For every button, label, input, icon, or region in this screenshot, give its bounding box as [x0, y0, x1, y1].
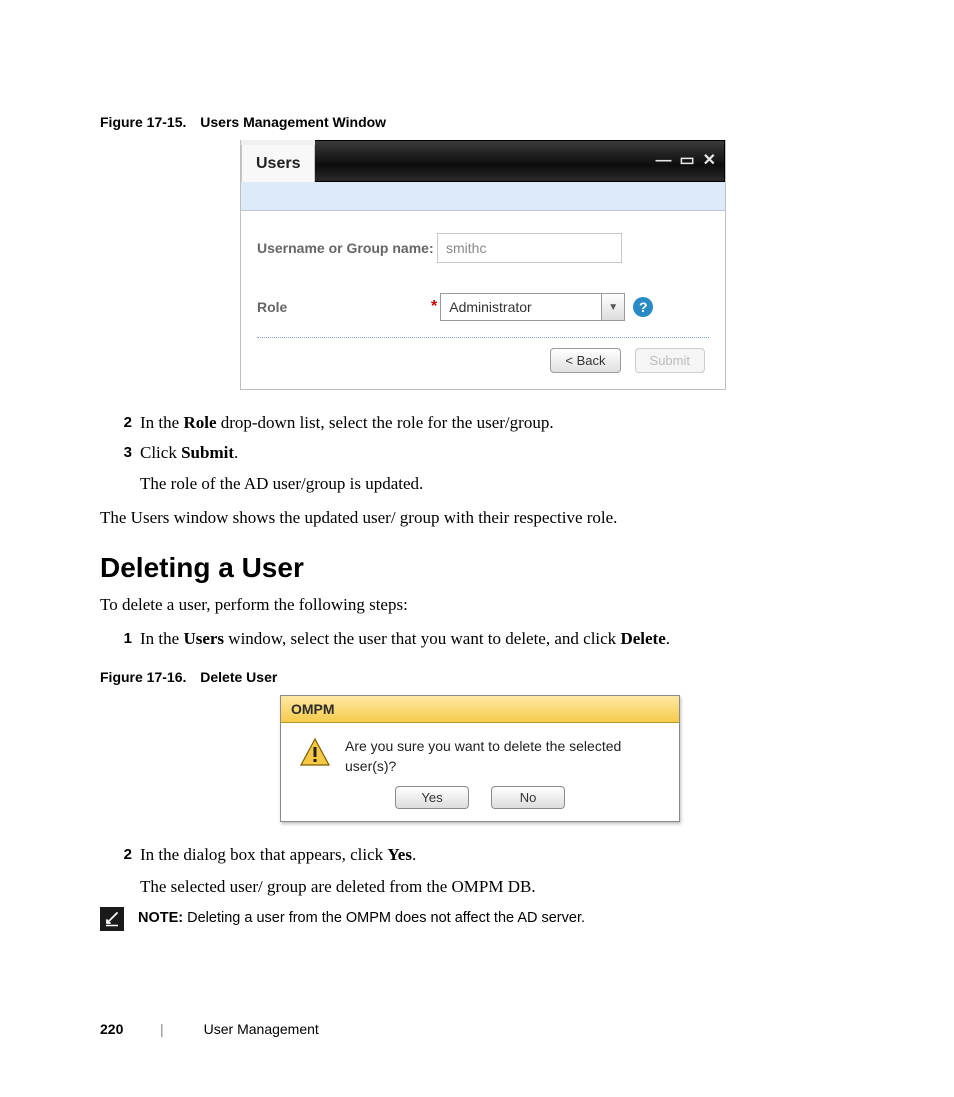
required-asterisk: *: [431, 298, 437, 316]
note-block: NOTE: Deleting a user from the OMPM does…: [100, 907, 854, 931]
step-3: 3 Click Submit. The role of the AD user/…: [100, 440, 854, 497]
toolbar-strip: [241, 182, 725, 211]
chevron-down-icon: ▼: [601, 294, 624, 320]
steps-group-a: 2 In the Role drop-down list, select the…: [100, 410, 854, 497]
username-label: Username or Group name:: [257, 240, 437, 256]
step-number: 2: [100, 410, 140, 436]
step-number: 1: [100, 626, 140, 652]
warning-icon: [297, 737, 331, 767]
step-subtext: The role of the AD user/group is updated…: [140, 471, 854, 497]
figure-title: Users Management Window: [200, 114, 386, 130]
figure-title: Delete User: [200, 669, 277, 685]
dialog-message: Are you sure you want to delete the sele…: [345, 737, 663, 776]
username-row: Username or Group name: smithc: [257, 233, 709, 263]
step-text: In the Users window, select the user tha…: [140, 626, 854, 652]
step-text: In the Role drop-down list, select the r…: [140, 410, 854, 436]
back-button[interactable]: < Back: [550, 348, 620, 373]
window-title-tab: Users: [241, 145, 315, 182]
section-heading: Deleting a User: [100, 552, 854, 584]
dialog-body: Are you sure you want to delete the sele…: [281, 723, 679, 782]
window-titlebar: Users — ▭ ✕: [241, 140, 725, 182]
yes-button[interactable]: Yes: [395, 786, 469, 809]
maximize-icon[interactable]: ▭: [679, 153, 694, 169]
footer-section: User Management: [204, 1021, 319, 1037]
role-select[interactable]: Administrator ▼: [440, 293, 625, 321]
dialog-buttons: Yes No: [281, 782, 679, 821]
username-input[interactable]: smithc: [437, 233, 622, 263]
button-row: < Back Submit: [257, 337, 709, 379]
users-management-window: Users — ▭ ✕ Username or Group name: smit…: [240, 140, 726, 390]
figure-caption-2: Figure 17-16. Delete User: [100, 669, 854, 685]
document-page: Figure 17-15. Users Management Window Us…: [0, 0, 954, 1097]
page-footer: 220 | User Management: [100, 1021, 854, 1037]
role-select-wrap: Administrator ▼ ?: [440, 293, 653, 321]
figure-label: Figure 17-15.: [100, 114, 186, 130]
note-icon: [100, 907, 124, 931]
help-icon[interactable]: ?: [633, 297, 653, 317]
note-text: NOTE: Deleting a user from the OMPM does…: [138, 907, 585, 926]
role-select-value: Administrator: [441, 295, 601, 319]
role-row: Role * Administrator ▼ ?: [257, 293, 709, 321]
body-paragraph: The Users window shows the updated user/…: [100, 505, 854, 531]
footer-divider: |: [160, 1021, 164, 1037]
page-number: 220: [100, 1021, 160, 1037]
note-label: NOTE:: [138, 910, 183, 926]
step-number: 3: [100, 440, 140, 497]
submit-button[interactable]: Submit: [635, 348, 705, 373]
window-controls: — ▭ ✕: [315, 140, 725, 182]
delete-confirm-dialog: OMPM Are you sure you want to delete the…: [280, 695, 680, 822]
dialog-title: OMPM: [281, 696, 679, 723]
step-2: 2 In the Role drop-down list, select the…: [100, 410, 854, 436]
steps-group-c: 2 In the dialog box that appears, click …: [100, 842, 854, 899]
close-icon[interactable]: ✕: [703, 153, 716, 169]
minimize-icon[interactable]: —: [655, 153, 671, 169]
role-label: Role: [257, 299, 431, 315]
step-subtext: The selected user/ group are deleted fro…: [140, 874, 854, 900]
step-text: In the dialog box that appears, click Ye…: [140, 842, 854, 899]
section-intro: To delete a user, perform the following …: [100, 592, 854, 618]
no-button[interactable]: No: [491, 786, 565, 809]
steps-group-b: 1 In the Users window, select the user t…: [100, 626, 854, 652]
step-2b: 2 In the dialog box that appears, click …: [100, 842, 854, 899]
step-1: 1 In the Users window, select the user t…: [100, 626, 854, 652]
form-body: Username or Group name: smithc Role * Ad…: [241, 211, 725, 389]
step-number: 2: [100, 842, 140, 899]
step-text: Click Submit. The role of the AD user/gr…: [140, 440, 854, 497]
figure-caption-1: Figure 17-15. Users Management Window: [100, 114, 854, 130]
figure-label: Figure 17-16.: [100, 669, 186, 685]
